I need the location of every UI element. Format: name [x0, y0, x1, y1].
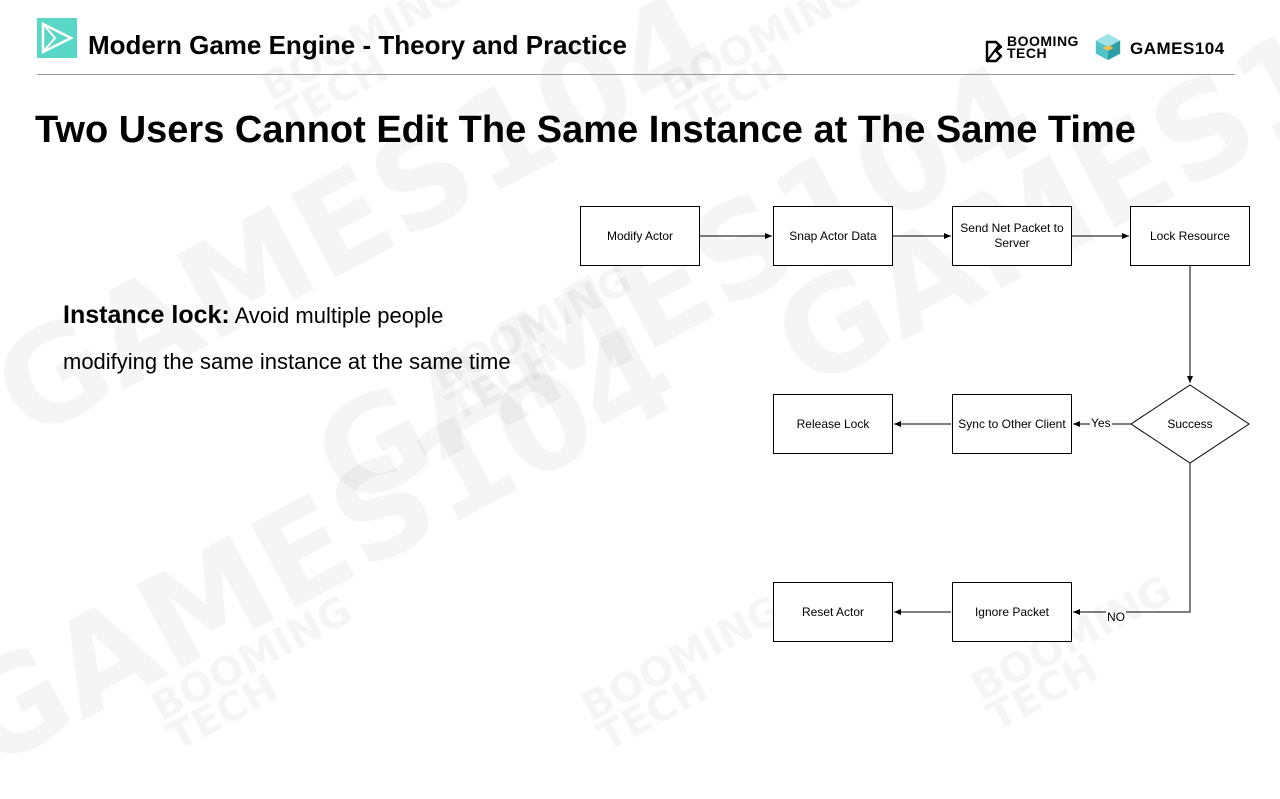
edge-label-no: NO [1106, 610, 1126, 624]
node-sync-other-client: Sync to Other Client [952, 394, 1072, 454]
node-reset-actor: Reset Actor [773, 582, 893, 642]
arrow-success-to-ignore [1073, 463, 1191, 615]
node-lock-resource: Lock Resource [1130, 206, 1250, 266]
node-ignore-packet: Ignore Packet [952, 582, 1072, 642]
node-modify-actor: Modify Actor [580, 206, 700, 266]
node-success: Success [1167, 417, 1213, 431]
node-release-lock: Release Lock [773, 394, 893, 454]
flowchart-connectors [700, 233, 1250, 615]
node-send-net-packet: Send Net Packet to Server [952, 206, 1072, 266]
node-snap-actor-data: Snap Actor Data [773, 206, 893, 266]
edge-label-yes: Yes [1090, 416, 1112, 430]
